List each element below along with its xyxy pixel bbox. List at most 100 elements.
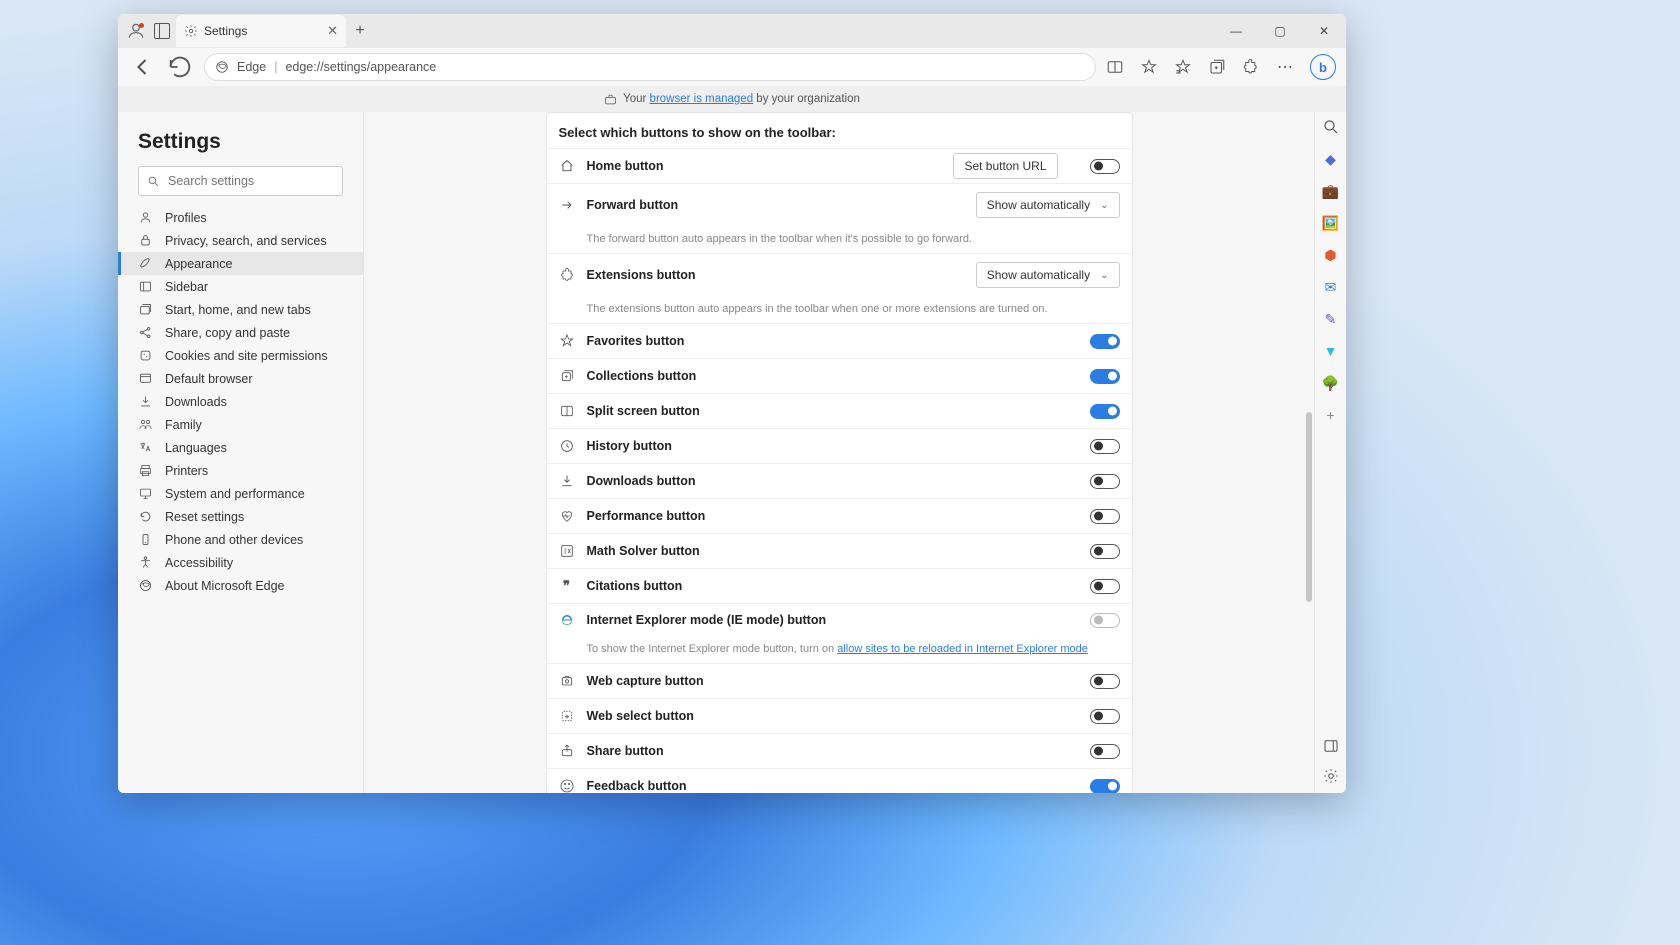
maximize-button[interactable]: ▢ [1258,14,1302,48]
tab-close-button[interactable]: ✕ [327,23,338,39]
toggle-select[interactable] [1090,709,1120,724]
content-area: Settings Profiles Privacy, search, and s… [118,112,1346,793]
rail-plus-icon[interactable]: + [1322,406,1340,424]
tabs-icon [138,302,153,317]
download-icon [138,394,153,409]
toggle-split[interactable] [1090,404,1120,419]
toggle-favorites[interactable] [1090,334,1120,349]
nav-appearance[interactable]: Appearance [118,252,363,275]
new-tab-button[interactable]: + [346,22,374,40]
minimize-button[interactable]: — [1214,14,1258,48]
settings-nav: Profiles Privacy, search, and services A… [118,206,363,597]
rail-office-icon[interactable]: ⬢ [1322,246,1340,264]
rail-settings-icon[interactable] [1322,767,1340,785]
toggle-share[interactable] [1090,744,1120,759]
nav-about[interactable]: About Microsoft Edge [118,574,363,597]
bing-icon[interactable]: b [1310,54,1336,80]
rail-image-icon[interactable]: 🖼️ [1322,214,1340,232]
scrollbar-thumb[interactable] [1306,412,1312,602]
more-menu-icon[interactable]: ⋯ [1276,58,1294,76]
chevron-down-icon: ⌄ [1100,270,1108,281]
managed-notice: Your browser is managed by your organiza… [118,86,1346,112]
profile-avatar-icon[interactable] [126,21,146,41]
row-split-button: Split screen button [547,393,1132,428]
row-downloads-button: Downloads button [547,463,1132,498]
rail-search-icon[interactable] [1322,118,1340,136]
card-title: Select which buttons to show on the tool… [547,125,1132,148]
cookie-icon [138,348,153,363]
toggle-downloads[interactable] [1090,474,1120,489]
family-icon [138,417,153,432]
rail-panel-icon[interactable] [1322,737,1340,755]
split-screen-icon[interactable] [1106,58,1124,76]
row-ie-button: Internet Explorer mode (IE mode) button … [547,603,1132,663]
nav-downloads[interactable]: Downloads [118,390,363,413]
rail-edit-icon[interactable]: ✎ [1322,310,1340,328]
toggle-history[interactable] [1090,439,1120,454]
appearance-icon [138,256,153,271]
language-icon [138,440,153,455]
back-button[interactable] [128,53,156,81]
sidebar-icon [138,279,153,294]
rail-shopping-icon[interactable]: ◆ [1322,150,1340,168]
nav-share[interactable]: Share, copy and paste [118,321,363,344]
toggle-performance[interactable] [1090,509,1120,524]
collections-icon[interactable] [1208,58,1226,76]
toggle-math[interactable] [1090,544,1120,559]
row-share-button: Share button [547,733,1132,768]
nav-system[interactable]: System and performance [118,482,363,505]
nav-sidebar[interactable]: Sidebar [118,275,363,298]
toggle-ie [1090,613,1120,628]
nav-profiles[interactable]: Profiles [118,206,363,229]
toggle-feedback[interactable] [1090,779,1120,794]
lock-icon [138,233,153,248]
settings-main: Select which buttons to show on the tool… [364,112,1314,793]
toggle-capture[interactable] [1090,674,1120,689]
address-bar: Edge | edge://settings/appearance ⋯ b [118,48,1346,86]
feedback-icon [559,778,575,793]
reset-icon [138,509,153,524]
nav-default-browser[interactable]: Default browser [118,367,363,390]
printer-icon [138,463,153,478]
forward-icon [559,197,575,213]
search-settings-input[interactable] [138,166,343,196]
nav-printers[interactable]: Printers [118,459,363,482]
ie-mode-link[interactable]: allow sites to be reloaded in Internet E… [837,643,1088,655]
extensions-icon[interactable] [1242,58,1260,76]
toggle-citations[interactable] [1090,579,1120,594]
nav-phone[interactable]: Phone and other devices [118,528,363,551]
url-input[interactable]: Edge | edge://settings/appearance [204,53,1096,81]
extensions-select[interactable]: Show automatically⌄ [976,262,1120,288]
edge-logo-icon [215,60,229,74]
close-button[interactable]: ✕ [1302,14,1346,48]
split-icon [559,403,575,419]
nav-languages[interactable]: Languages [118,436,363,459]
chevron-down-icon: ⌄ [1100,200,1108,211]
tab-actions-icon[interactable] [154,23,170,39]
rail-tools-icon[interactable]: 💼 [1322,182,1340,200]
nav-family[interactable]: Family [118,413,363,436]
set-button-url[interactable]: Set button URL [953,153,1057,179]
nav-accessibility[interactable]: Accessibility [118,551,363,574]
refresh-button[interactable] [166,53,194,81]
row-select-button: Web select button [547,698,1132,733]
nav-start[interactable]: Start, home, and new tabs [118,298,363,321]
download-icon [559,473,575,489]
nav-cookies[interactable]: Cookies and site permissions [118,344,363,367]
forward-select[interactable]: Show automatically⌄ [976,192,1120,218]
favorite-star-icon[interactable] [1140,58,1158,76]
rail-games-icon[interactable]: 🌳 [1322,374,1340,392]
nav-privacy[interactable]: Privacy, search, and services [118,229,363,252]
managed-link[interactable]: browser is managed [650,93,754,105]
toolbar-buttons-card: Select which buttons to show on the tool… [546,112,1133,793]
row-extensions-button: Extensions button Show automatically⌄ Th… [547,253,1132,323]
rail-drop-icon[interactable]: ▼ [1322,342,1340,360]
rail-outlook-icon[interactable]: ✉ [1322,278,1340,296]
favorites-list-icon[interactable] [1174,58,1192,76]
toggle-collections[interactable] [1090,369,1120,384]
accessibility-icon [138,555,153,570]
toggle-home[interactable] [1090,159,1120,174]
share-icon [559,743,575,759]
nav-reset[interactable]: Reset settings [118,505,363,528]
tab-settings[interactable]: Settings ✕ [176,15,346,47]
